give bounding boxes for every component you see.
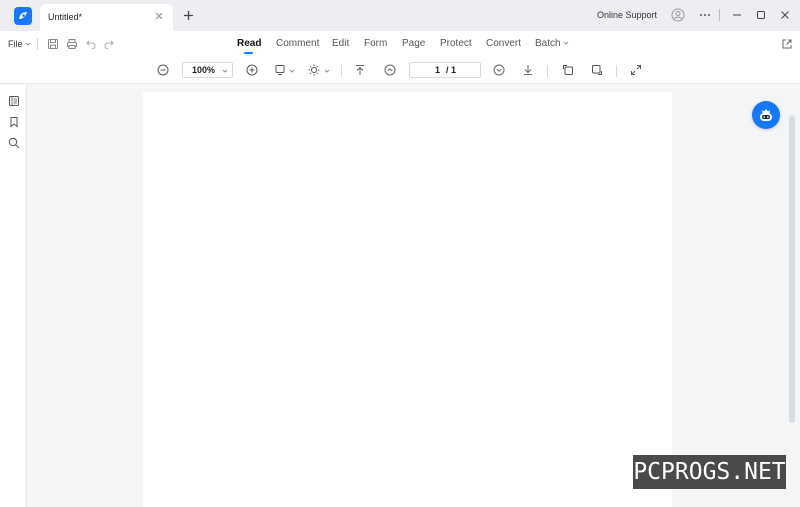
divider bbox=[341, 65, 342, 77]
minimize-icon[interactable] bbox=[730, 8, 744, 22]
zoom-select[interactable]: 100% bbox=[182, 62, 233, 78]
document-tab[interactable]: Untitled* bbox=[40, 4, 173, 31]
document-canvas[interactable] bbox=[28, 85, 800, 507]
chevron-down-icon bbox=[222, 69, 228, 73]
vertical-scrollbar[interactable] bbox=[789, 115, 795, 423]
document-page[interactable] bbox=[143, 92, 672, 507]
divider bbox=[547, 65, 548, 77]
previous-page-icon[interactable] bbox=[384, 64, 396, 76]
tab-comment[interactable]: Comment bbox=[276, 38, 319, 49]
tab-read[interactable]: Read bbox=[237, 38, 261, 49]
more-icon[interactable] bbox=[698, 8, 712, 22]
file-menu-label: File bbox=[8, 39, 23, 49]
zoom-in-icon[interactable] bbox=[246, 64, 258, 76]
chevron-down-icon[interactable] bbox=[324, 68, 330, 74]
title-bar: Untitled* Online Support bbox=[0, 0, 800, 31]
rotate-right-icon[interactable] bbox=[591, 64, 603, 76]
ai-assistant-button[interactable] bbox=[752, 101, 780, 129]
plus-icon[interactable] bbox=[182, 9, 195, 22]
fullscreen-icon[interactable] bbox=[630, 64, 642, 76]
close-window-icon[interactable] bbox=[778, 8, 792, 22]
search-icon[interactable] bbox=[8, 137, 20, 149]
file-menu[interactable]: File bbox=[8, 39, 31, 49]
current-page: 1 bbox=[435, 65, 441, 75]
rotate-left-icon[interactable] bbox=[562, 64, 574, 76]
chevron-down-icon bbox=[25, 42, 31, 46]
tab-title: Untitled* bbox=[48, 12, 83, 22]
tab-protect[interactable]: Protect bbox=[440, 38, 472, 49]
first-page-icon[interactable] bbox=[354, 64, 366, 76]
robot-icon bbox=[760, 109, 772, 121]
chevron-down-icon[interactable] bbox=[289, 68, 295, 74]
redo-icon[interactable] bbox=[103, 38, 115, 50]
tab-batch[interactable]: Batch bbox=[535, 38, 569, 49]
divider bbox=[616, 65, 617, 77]
divider bbox=[719, 9, 720, 21]
left-sidebar bbox=[0, 85, 27, 507]
menu-bar: File Read Comment Edit Form Page Protect… bbox=[0, 31, 800, 57]
open-external-icon[interactable] bbox=[781, 38, 793, 50]
divider bbox=[37, 38, 38, 50]
tab-convert[interactable]: Convert bbox=[486, 38, 521, 49]
maximize-icon[interactable] bbox=[754, 8, 768, 22]
print-icon[interactable] bbox=[66, 38, 78, 50]
active-tab-indicator bbox=[244, 52, 253, 54]
tab-batch-label: Batch bbox=[535, 38, 561, 49]
thumbnails-icon[interactable] bbox=[8, 95, 20, 107]
bookmark-icon[interactable] bbox=[8, 116, 20, 128]
next-page-icon[interactable] bbox=[493, 64, 505, 76]
total-pages: / 1 bbox=[446, 65, 457, 75]
close-icon[interactable] bbox=[154, 11, 164, 21]
tab-edit[interactable]: Edit bbox=[332, 38, 349, 49]
chevron-down-icon bbox=[564, 41, 569, 45]
tab-page[interactable]: Page bbox=[402, 38, 425, 49]
save-icon[interactable] bbox=[47, 38, 59, 50]
read-toolbar: 100% 1 / 1 bbox=[0, 57, 800, 84]
last-page-icon[interactable] bbox=[522, 64, 534, 76]
zoom-out-icon[interactable] bbox=[157, 64, 169, 76]
watermark: PCPROGS.NET bbox=[633, 455, 786, 489]
app-logo-icon bbox=[14, 7, 32, 25]
page-view-icon[interactable] bbox=[274, 64, 286, 76]
page-number-field[interactable]: 1 / 1 bbox=[409, 62, 481, 78]
undo-icon[interactable] bbox=[85, 38, 97, 50]
online-support-link[interactable]: Online Support bbox=[597, 10, 657, 20]
brightness-icon[interactable] bbox=[308, 64, 320, 76]
tab-form[interactable]: Form bbox=[364, 38, 387, 49]
user-icon[interactable] bbox=[671, 8, 685, 22]
zoom-value: 100% bbox=[192, 65, 216, 75]
